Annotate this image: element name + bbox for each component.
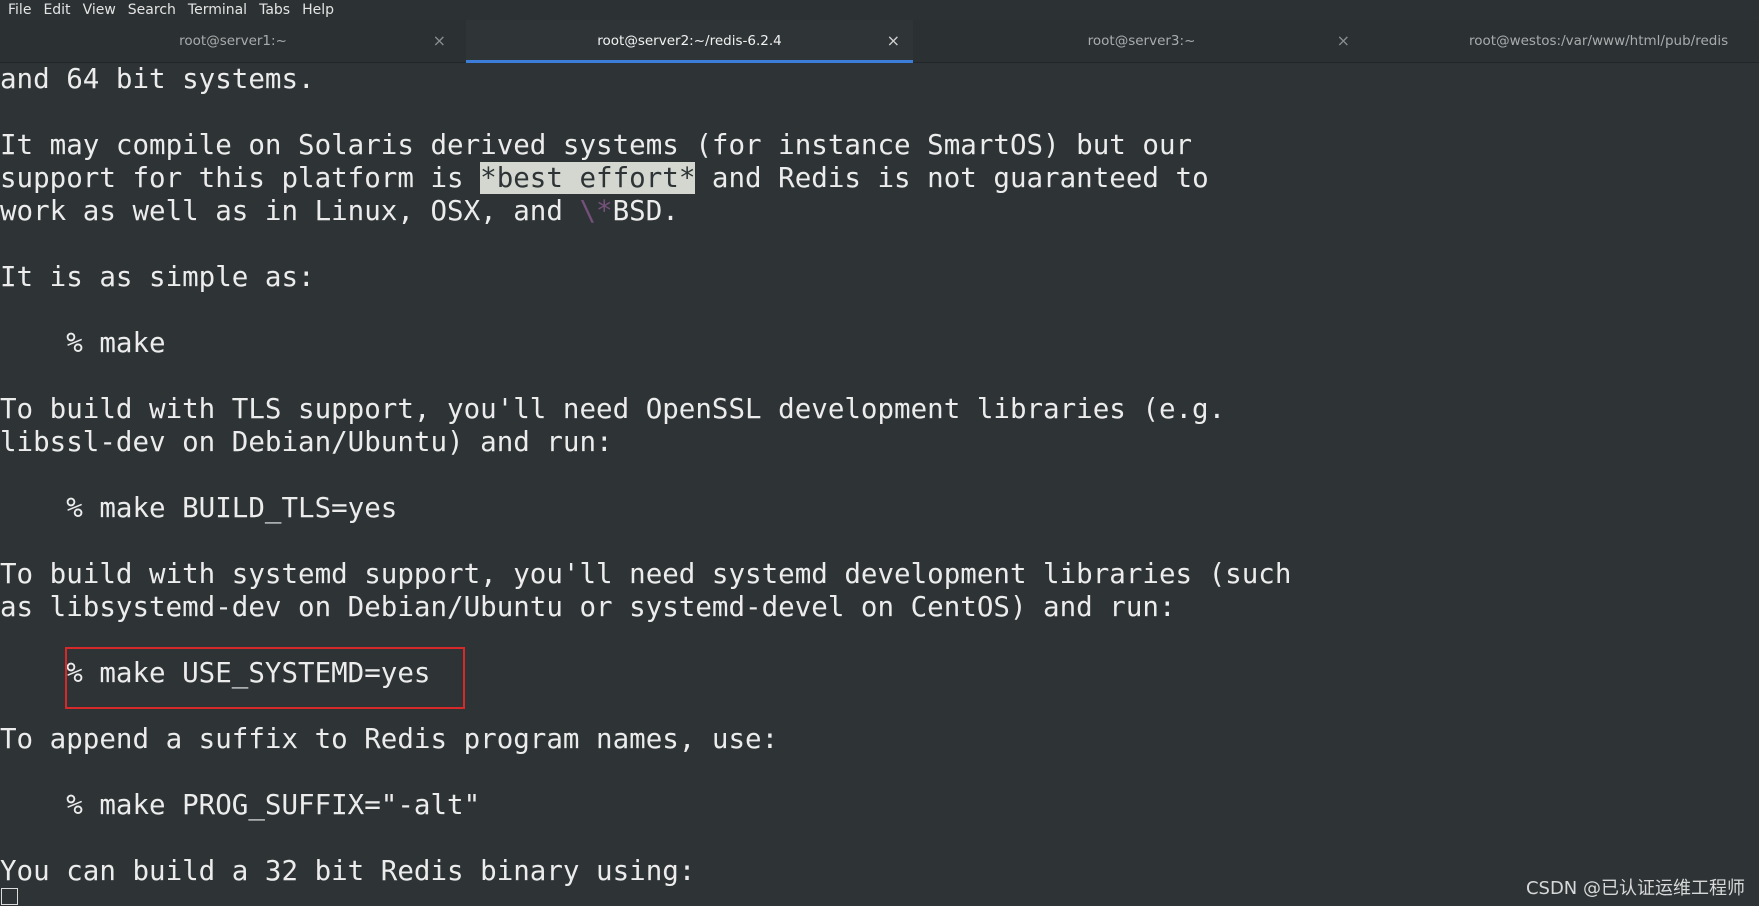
menu-edit[interactable]: Edit [43, 0, 70, 20]
tab-westos[interactable]: root@westos:/var/www/html/pub/redis [1370, 20, 1759, 62]
terminal-line: and 64 bit systems. [0, 63, 315, 95]
tab-label: root@server2:~/redis-6.2.4 [597, 33, 782, 49]
line-text: support for this platform is [0, 162, 481, 194]
close-icon[interactable]: × [887, 33, 900, 49]
menu-file[interactable]: File [8, 0, 31, 20]
terminal-line: To build with systemd support, you'll ne… [0, 558, 1292, 590]
terminal-cursor [1, 888, 18, 905]
terminal-line: as libsystemd-dev on Debian/Ubuntu or sy… [0, 591, 1176, 623]
escape-text: \* [579, 195, 613, 227]
tab-bar: root@server1:~ × root@server2:~/redis-6.… [0, 20, 1759, 63]
menu-view[interactable]: View [83, 0, 116, 20]
menu-terminal[interactable]: Terminal [188, 0, 247, 20]
terminal-line: support for this platform is *best effor… [0, 162, 1209, 195]
terminal-line: You can build a 32 bit Redis binary usin… [0, 855, 696, 887]
terminal-line: To append a suffix to Redis program name… [0, 723, 779, 755]
tab-server2-active[interactable]: root@server2:~/redis-6.2.4 × [466, 20, 913, 63]
line-text: BSD. [612, 195, 679, 227]
tab-label: root@westos:/var/www/html/pub/redis [1469, 33, 1729, 49]
close-icon[interactable]: × [433, 33, 446, 49]
menu-bar: File Edit View Search Terminal Tabs Help [0, 0, 1759, 20]
menu-search[interactable]: Search [128, 0, 176, 20]
menu-help[interactable]: Help [302, 0, 334, 20]
tab-label: root@server1:~ [179, 33, 287, 49]
line-text: and Redis is not guaranteed to [695, 162, 1209, 194]
terminal-line: % make BUILD_TLS=yes [0, 492, 398, 524]
watermark: CSDN @已认证运维工程师 [1525, 878, 1745, 899]
terminal-line: It may compile on Solaris derived system… [0, 129, 1193, 161]
tab-server3[interactable]: root@server3:~ × [913, 20, 1370, 62]
selected-text: *best effort* [480, 162, 696, 194]
annotation-box [65, 647, 465, 709]
terminal-output[interactable]: and 64 bit systems. It may compile on So… [0, 63, 1759, 906]
terminal-line: work as well as in Linux, OSX, and \*BSD… [0, 195, 679, 228]
tab-server1[interactable]: root@server1:~ × [0, 20, 466, 62]
terminal-line: % make PROG_SUFFIX="-alt" [0, 789, 481, 821]
tab-label: root@server3:~ [1087, 33, 1196, 49]
terminal-line: It is as simple as: [0, 261, 315, 293]
terminal-line: To build with TLS support, you'll need O… [0, 393, 1226, 425]
close-icon[interactable]: × [1337, 33, 1350, 49]
terminal-line: % make [0, 327, 166, 359]
line-text: work as well as in Linux, OSX, and [0, 195, 580, 227]
terminal-line: libssl-dev on Debian/Ubuntu) and run: [0, 426, 613, 458]
menu-tabs[interactable]: Tabs [259, 0, 290, 20]
